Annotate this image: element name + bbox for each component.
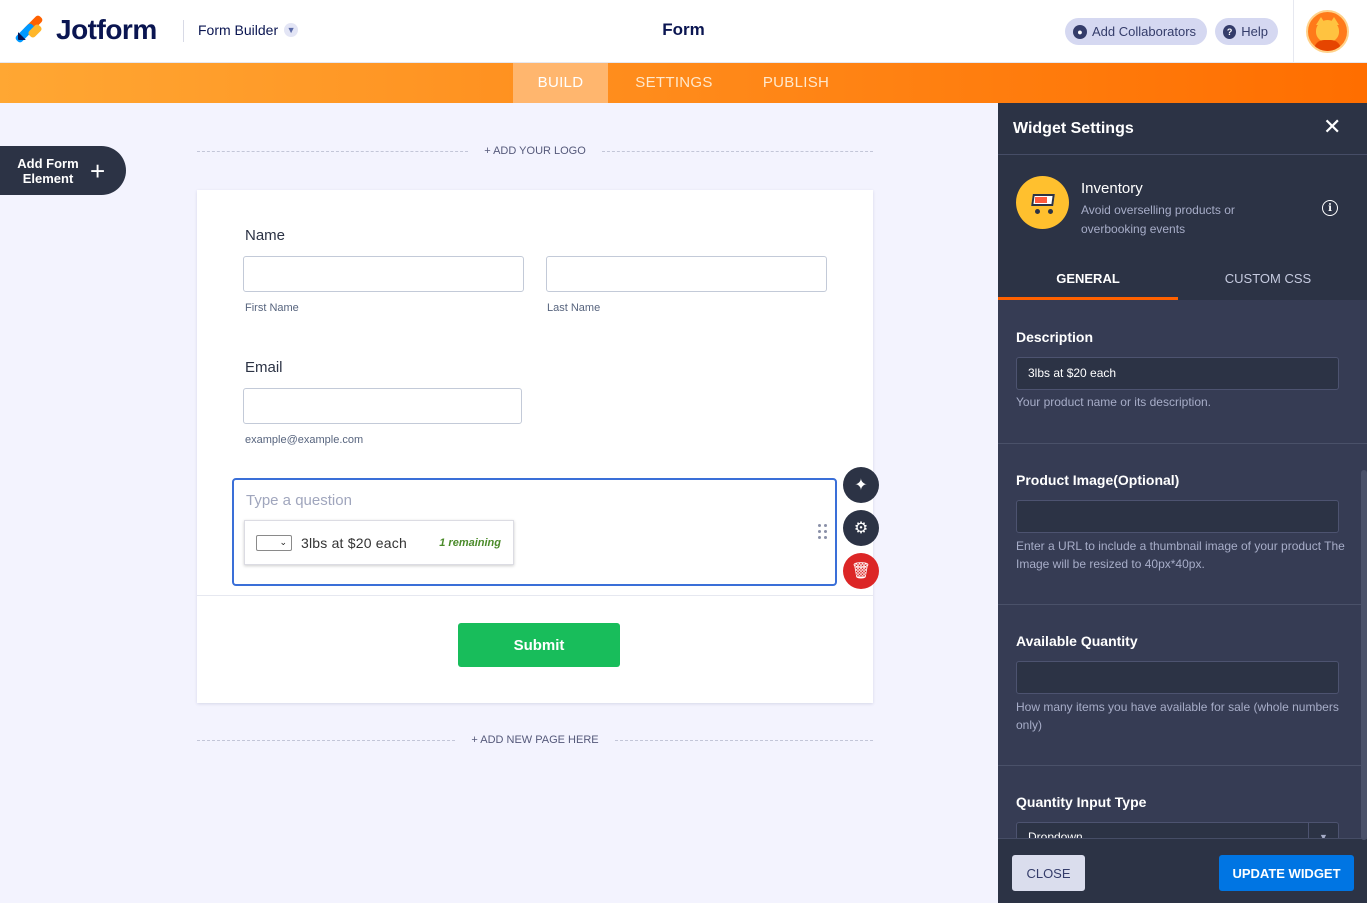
widget-name: Inventory — [1081, 180, 1143, 197]
tab-custom-css[interactable]: CUSTOM CSS — [1178, 259, 1358, 300]
dashed-divider — [197, 739, 456, 741]
widget-description: Avoid overselling products or overbookin… — [1081, 203, 1235, 236]
available-quantity-label: Available Quantity — [1016, 633, 1138, 649]
widget-settings-panel: Widget Settings ✕ Inventory Avoid overse… — [998, 103, 1367, 903]
form-builder-dropdown[interactable]: Form Builder ▼ — [198, 22, 299, 38]
tab-publish[interactable]: PUBLISH — [748, 63, 844, 103]
magic-wand-icon[interactable]: ✦ — [843, 467, 879, 503]
gear-icon[interactable]: ⚙ — [843, 510, 879, 546]
avatar[interactable] — [1306, 10, 1349, 53]
inventory-description: 3lbs at $20 each — [301, 534, 407, 551]
quantity-input-type-label: Quantity Input Type — [1016, 794, 1147, 810]
last-name-input[interactable] — [546, 256, 827, 292]
form-card: Name First Name Last Name Email example@… — [197, 190, 873, 703]
widget-info: Inventory Avoid overselling products or … — [998, 155, 1367, 259]
submit-button[interactable]: Submit — [458, 623, 620, 667]
product-image-label: Product Image(Optional) — [1016, 472, 1180, 488]
add-logo-link[interactable]: + ADD YOUR LOGO — [468, 145, 602, 157]
description-setting: Description 3lbs at $20 each Your produc… — [998, 300, 1367, 444]
dashed-divider — [614, 739, 873, 741]
description-help: Your product name or its description. — [1016, 395, 1211, 409]
help-button[interactable]: ? Help — [1215, 18, 1278, 45]
cart-icon — [1016, 176, 1069, 229]
add-form-element-label: Add Form Element — [17, 155, 79, 186]
panel-title: Widget Settings — [1013, 120, 1134, 137]
tab-general[interactable]: GENERAL — [998, 259, 1178, 300]
tab-build[interactable]: BUILD — [513, 63, 608, 103]
quantity-input-type-select[interactable]: Dropdown ▼ — [1016, 822, 1339, 838]
builder-nav: BUILD SETTINGS PUBLISH — [0, 63, 1367, 103]
email-label: Email — [245, 359, 283, 376]
drag-handle-icon[interactable] — [818, 524, 828, 540]
add-collaborators-label: Add Collaborators — [1092, 24, 1197, 39]
description-input[interactable]: 3lbs at $20 each — [1016, 357, 1339, 390]
brand-name: Jotform — [56, 14, 157, 45]
inventory-remaining: 1 remaining — [439, 536, 501, 549]
tab-settings[interactable]: SETTINGS — [620, 63, 728, 103]
first-name-input[interactable] — [243, 256, 524, 292]
add-page-row[interactable]: + ADD NEW PAGE HERE — [197, 730, 873, 750]
first-name-sublabel: First Name — [245, 302, 299, 314]
settings-tabs: GENERAL CUSTOM CSS — [998, 259, 1367, 300]
quantity-input-type-setting: Quantity Input Type Dropdown ▼ — [998, 766, 1367, 838]
info-icon[interactable]: i — [1322, 200, 1338, 216]
add-form-element-button[interactable]: Add Form Element + — [0, 146, 126, 195]
available-quantity-help: How many items you have available for sa… — [1016, 700, 1339, 732]
question-placeholder[interactable]: Type a question — [246, 492, 352, 509]
divider — [1293, 0, 1294, 63]
dashed-divider — [197, 150, 469, 152]
last-name-sublabel: Last Name — [547, 302, 601, 314]
close-button[interactable]: CLOSE — [1012, 855, 1085, 891]
divider — [197, 595, 873, 596]
add-logo-row[interactable]: + ADD YOUR LOGO — [197, 141, 874, 161]
quantity-input-type-value: Dropdown — [1028, 830, 1083, 838]
add-new-page-link[interactable]: + ADD NEW PAGE HERE — [455, 734, 614, 746]
product-image-setting: Product Image(Optional) Enter a URL to i… — [998, 444, 1367, 605]
add-collaborators-button[interactable]: ● Add Collaborators — [1065, 18, 1207, 45]
panel-header: Widget Settings ✕ — [998, 103, 1367, 155]
top-bar: Jotform Form Builder ▼ Form ● Add Collab… — [0, 0, 1367, 63]
quantity-select[interactable]: ⌄ — [256, 534, 292, 551]
trash-icon[interactable]: 🗑 — [843, 553, 879, 589]
product-image-help: Enter a URL to include a thumbnail image… — [1016, 539, 1345, 571]
divider — [183, 20, 184, 42]
question-icon: ? — [1223, 24, 1237, 39]
chevron-down-icon: ▼ — [284, 23, 299, 37]
product-image-input[interactable] — [1016, 500, 1339, 533]
inventory-widget: ⌄ 3lbs at $20 each 1 remaining — [244, 520, 514, 565]
email-input[interactable] — [243, 388, 522, 424]
inventory-question-field[interactable]: Type a question ⌄ 3lbs at $20 each 1 rem… — [232, 478, 837, 586]
available-quantity-setting: Available Quantity How many items you ha… — [998, 605, 1367, 766]
form-builder-label: Form Builder — [198, 22, 279, 38]
user-icon: ● — [1073, 24, 1087, 39]
jotform-logo-icon — [14, 14, 44, 45]
email-sublabel: example@example.com — [245, 434, 364, 446]
name-label: Name — [245, 227, 286, 244]
update-widget-button[interactable]: UPDATE WIDGET — [1219, 855, 1354, 891]
available-quantity-input[interactable] — [1016, 661, 1339, 694]
panel-footer: CLOSE UPDATE WIDGET — [998, 838, 1367, 903]
dashed-divider — [601, 150, 874, 152]
chevron-down-icon: ▼ — [1308, 823, 1338, 838]
panel-scrollbar[interactable] — [1361, 470, 1367, 840]
description-label: Description — [1016, 329, 1094, 345]
jotform-logo[interactable]: Jotform — [14, 14, 157, 46]
plus-icon: + — [90, 155, 106, 186]
close-icon[interactable]: ✕ — [1323, 116, 1341, 138]
help-label: Help — [1241, 24, 1268, 39]
